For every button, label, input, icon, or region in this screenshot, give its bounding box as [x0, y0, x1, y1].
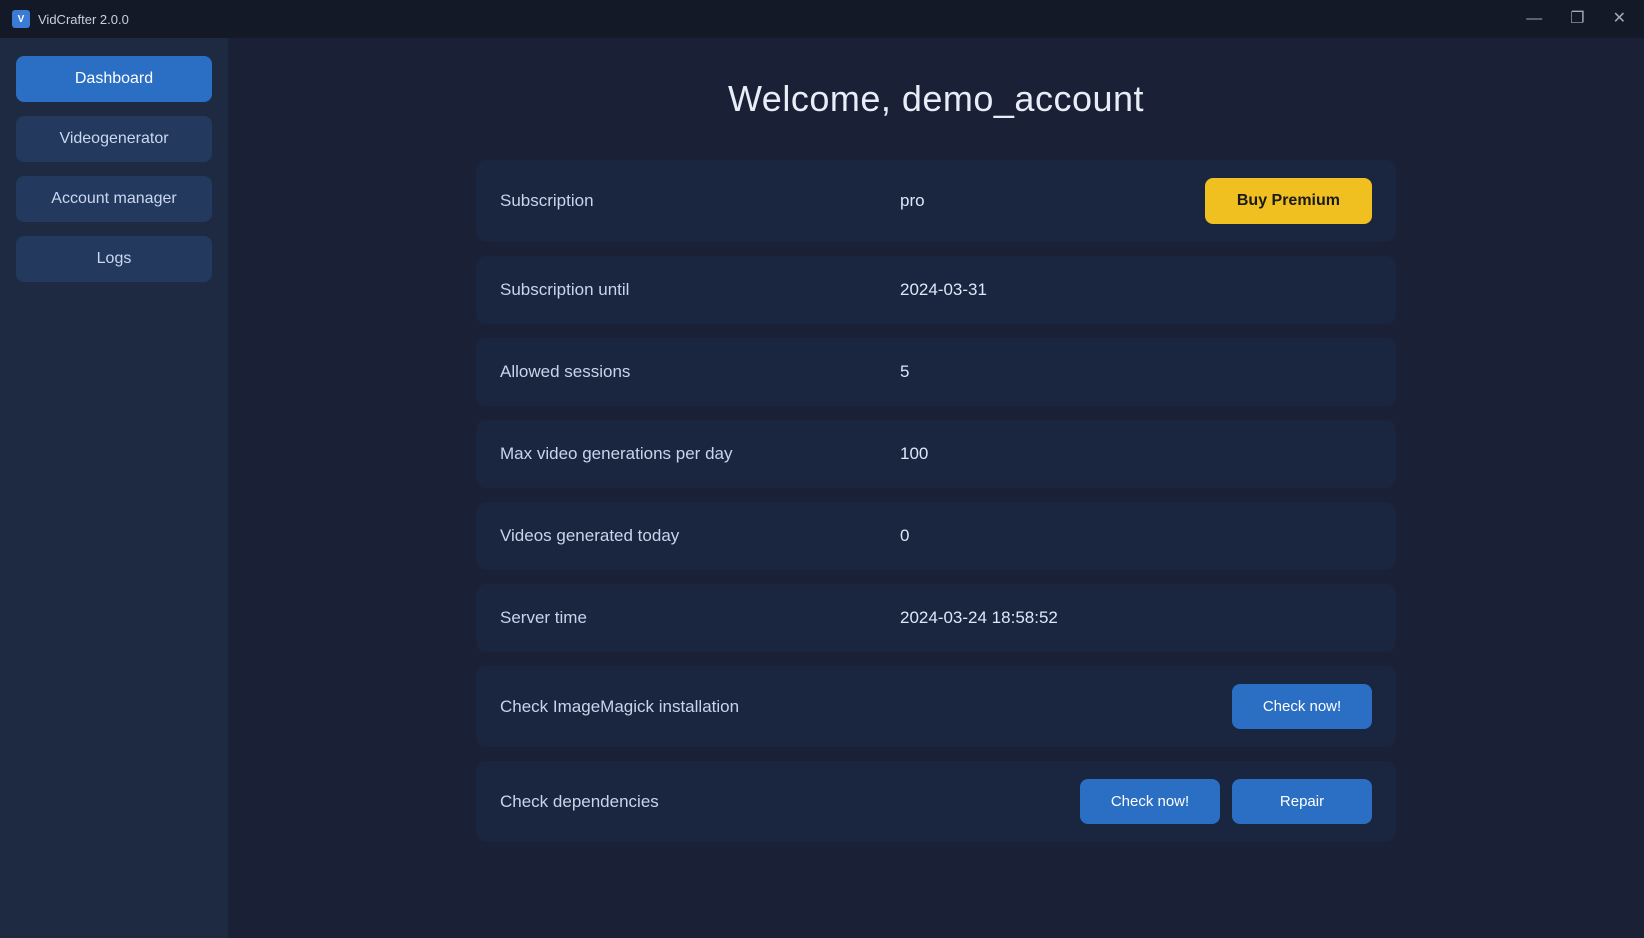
titlebar: V VidCrafter 2.0.0 — ❐ ✕: [0, 0, 1644, 38]
sidebar-item-account-manager[interactable]: Account manager: [16, 176, 212, 222]
sidebar: Dashboard Videogenerator Account manager…: [0, 38, 228, 938]
imagemagick-label: Check ImageMagick installation: [500, 697, 900, 717]
subscription-until-row: Subscription until 2024-03-31: [476, 256, 1396, 324]
close-button[interactable]: ✕: [1607, 7, 1632, 31]
server-time-row: Server time 2024-03-24 18:58:52: [476, 584, 1396, 652]
app-body: Dashboard Videogenerator Account manager…: [0, 38, 1644, 938]
sidebar-item-videogenerator[interactable]: Videogenerator: [16, 116, 212, 162]
app-icon: V: [12, 10, 30, 28]
main-content: Welcome, demo_account Subscription pro B…: [228, 38, 1644, 938]
check-dependencies-button[interactable]: Check now!: [1080, 779, 1220, 824]
max-video-gen-value: 100: [900, 444, 1372, 464]
buy-premium-button[interactable]: Buy Premium: [1205, 178, 1372, 224]
minimize-button[interactable]: —: [1520, 7, 1548, 31]
check-imagemagick-button[interactable]: Check now!: [1232, 684, 1372, 729]
titlebar-left: V VidCrafter 2.0.0: [12, 10, 129, 28]
imagemagick-row: Check ImageMagick installation Check now…: [476, 666, 1396, 747]
max-video-gen-label: Max video generations per day: [500, 444, 900, 464]
sidebar-item-dashboard[interactable]: Dashboard: [16, 56, 212, 102]
allowed-sessions-row: Allowed sessions 5: [476, 338, 1396, 406]
videos-today-value: 0: [900, 526, 1372, 546]
server-time-label: Server time: [500, 608, 900, 628]
max-video-gen-row: Max video generations per day 100: [476, 420, 1396, 488]
subscription-label: Subscription: [500, 191, 900, 211]
maximize-button[interactable]: ❐: [1564, 7, 1590, 31]
videos-today-row: Videos generated today 0: [476, 502, 1396, 570]
dependencies-row: Check dependencies Check now! Repair: [476, 761, 1396, 842]
subscription-value: pro: [900, 191, 1205, 211]
subscription-action: Buy Premium: [1205, 178, 1372, 224]
dependencies-action: Check now! Repair: [1080, 779, 1372, 824]
allowed-sessions-label: Allowed sessions: [500, 362, 900, 382]
sidebar-item-logs[interactable]: Logs: [16, 236, 212, 282]
app-title: VidCrafter 2.0.0: [38, 12, 129, 27]
window-controls: — ❐ ✕: [1520, 7, 1632, 31]
subscription-until-value: 2024-03-31: [900, 280, 1372, 300]
welcome-title: Welcome, demo_account: [288, 78, 1584, 120]
subscription-until-label: Subscription until: [500, 280, 900, 300]
repair-button[interactable]: Repair: [1232, 779, 1372, 824]
videos-today-label: Videos generated today: [500, 526, 900, 546]
dependencies-label: Check dependencies: [500, 792, 900, 812]
info-rows: Subscription pro Buy Premium Subscriptio…: [476, 160, 1396, 842]
subscription-row: Subscription pro Buy Premium: [476, 160, 1396, 242]
server-time-value: 2024-03-24 18:58:52: [900, 608, 1372, 628]
imagemagick-action: Check now!: [1232, 684, 1372, 729]
allowed-sessions-value: 5: [900, 362, 1372, 382]
